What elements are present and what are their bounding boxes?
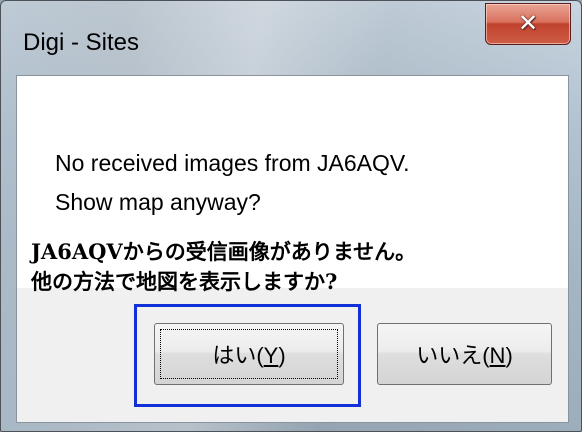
dialog-window: Digi - Sites ✕ No received images from J…	[0, 0, 582, 432]
window-title: Digi - Sites	[23, 29, 140, 56]
dialog-client-area: No received images from JA6AQV. Show map…	[16, 75, 569, 423]
close-button[interactable]: ✕	[485, 3, 571, 45]
message-line-2: Show map anyway?	[55, 189, 261, 215]
no-button[interactable]: いいえ(N)	[377, 323, 552, 385]
title-bar[interactable]: Digi - Sites ✕	[1, 1, 581, 75]
no-button-label: いいえ(N)	[416, 343, 513, 368]
close-icon: ✕	[517, 10, 539, 37]
message-jp-line-2: 他の方法で地図を表示しますか?	[31, 269, 338, 294]
message-line-1: No received images from JA6AQV.	[55, 150, 410, 176]
message-jp-line-1: JA6AQVからの受信画像がありません。	[31, 239, 417, 264]
yes-button[interactable]: はい(Y)	[154, 323, 344, 385]
focus-rectangle	[160, 329, 338, 379]
message-area: No received images from JA6AQV. Show map…	[17, 76, 568, 294]
